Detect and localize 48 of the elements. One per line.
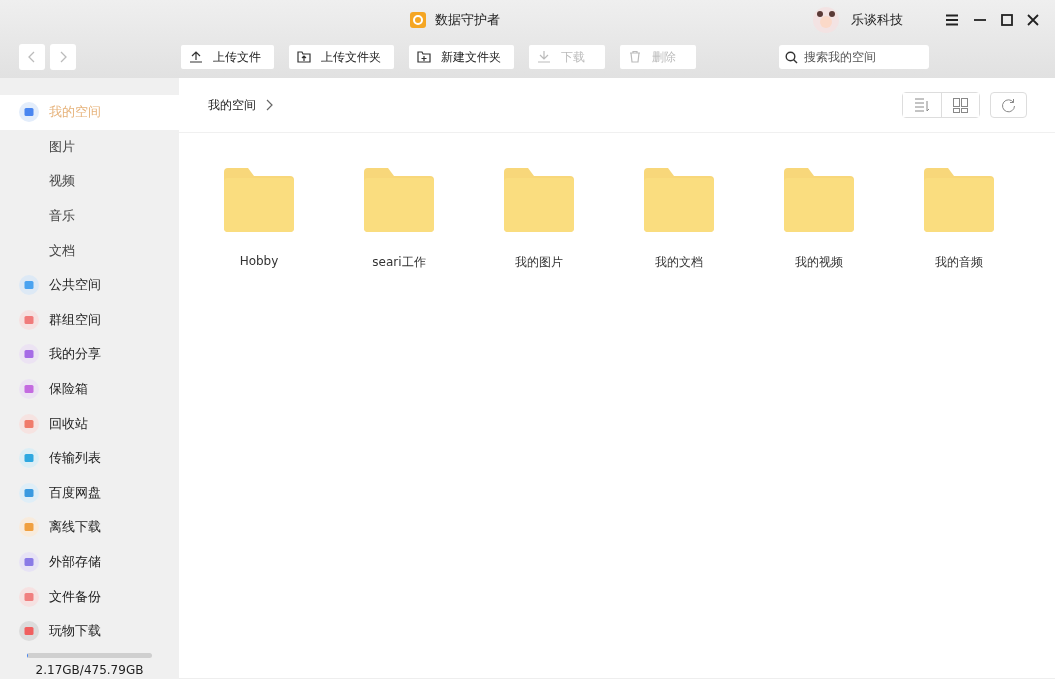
upload-icon (189, 50, 203, 64)
sidebar-item[interactable]: 回收站 (0, 406, 179, 441)
folder-upload-icon (297, 50, 311, 64)
sidebar-item[interactable]: 图片 (0, 129, 179, 165)
sidebar-item[interactable]: 保险箱 (0, 371, 179, 407)
refresh-button[interactable] (990, 92, 1027, 118)
breadcrumb-link[interactable]: 我的空间 (208, 96, 256, 114)
chevron-right-icon (266, 99, 273, 111)
toolbar-button[interactable]: 新建文件夹 (409, 45, 514, 69)
search-icon (785, 51, 798, 64)
close-icon[interactable] (1027, 14, 1039, 26)
avatar-icon[interactable] (813, 7, 839, 33)
toolbar-button[interactable]: 上传文件 (181, 45, 274, 69)
user-name[interactable]: 乐谈科技 (851, 11, 903, 29)
sidebar-item[interactable]: 我的分享 (0, 337, 179, 372)
sidebar-item[interactable]: 视频 (0, 164, 179, 199)
sidebar-item[interactable]: 音乐 (0, 198, 179, 234)
sidebar-item[interactable]: 百度网盘 (0, 475, 179, 511)
forward-button[interactable] (50, 44, 76, 70)
sidebar-item[interactable]: 群组空间 (0, 302, 179, 338)
menu-icon[interactable] (945, 14, 959, 26)
window-title: 数据守护者 (435, 11, 500, 29)
search-field[interactable]: 搜索我的空间 (779, 45, 929, 69)
refresh-icon (1001, 97, 1016, 113)
folder-name[interactable]: 我的视频 (795, 254, 843, 271)
storage-usage: 2.17GB/475.79GB (35, 662, 144, 677)
chevron-right-icon (59, 51, 67, 63)
folder-name[interactable]: seari工作 (372, 254, 426, 271)
back-button[interactable] (19, 44, 45, 70)
sidebar-item[interactable]: 文件备份 (0, 579, 179, 614)
sidebar-item[interactable]: 文档 (0, 233, 179, 268)
sidebar-item[interactable]: 离线下载 (0, 510, 179, 545)
folder-name[interactable]: 我的图片 (515, 254, 563, 271)
grid-icon (953, 97, 968, 113)
toolbar-button[interactable]: 上传文件夹 (289, 45, 394, 69)
maximize-icon[interactable] (1001, 14, 1013, 26)
folder-name[interactable]: 我的音频 (935, 254, 983, 271)
grid-view-button[interactable] (941, 93, 979, 117)
sidebar-item[interactable]: 外部存储 (0, 544, 179, 580)
sidebar-item[interactable]: 公共空间 (0, 267, 179, 303)
app-logo-icon (410, 12, 426, 28)
sidebar-item[interactable]: 玩物下载 (0, 613, 179, 649)
sort-icon (914, 98, 930, 112)
chevron-left-icon (28, 51, 36, 63)
sidebar-item[interactable]: 传输列表 (0, 440, 179, 476)
new-folder-icon (417, 50, 431, 64)
folder-name[interactable]: 我的文档 (655, 254, 703, 271)
folder-name[interactable]: Hobby (239, 254, 279, 268)
